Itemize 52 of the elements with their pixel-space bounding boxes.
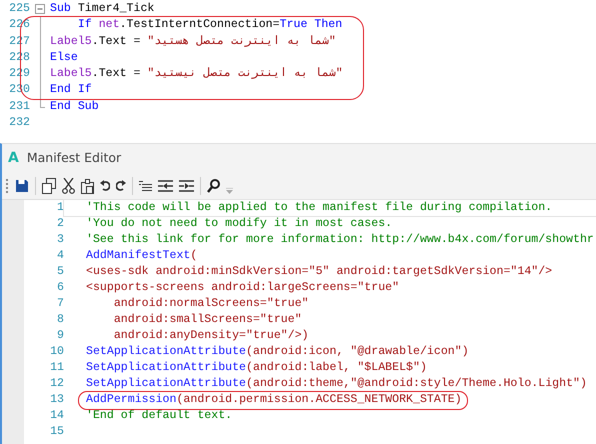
line-number: 11 bbox=[49, 360, 64, 376]
line-number: 9 bbox=[56, 328, 64, 344]
code-line: AddManifestText( bbox=[86, 249, 198, 262]
paste-icon[interactable] bbox=[81, 178, 94, 194]
line-number: 2 bbox=[56, 216, 64, 232]
code-line: <supports-screens android:largeScreens="true" bbox=[86, 281, 400, 294]
code-line: android:normalScreens="true" bbox=[112, 297, 309, 310]
code-line: 'See this link for for more information: http://www.b4x.com/forum/showthr bbox=[86, 233, 594, 246]
grip-handle bbox=[6, 178, 9, 194]
code-line: Else bbox=[50, 50, 78, 66]
cut-icon[interactable] bbox=[62, 178, 75, 194]
line-number: 15 bbox=[49, 424, 64, 440]
redo-icon[interactable] bbox=[116, 180, 126, 192]
line-number: 3 bbox=[56, 232, 64, 248]
line-number: 13 bbox=[49, 392, 64, 408]
code-line: 'This code will be applied to the manifest file during compilation. bbox=[86, 201, 552, 214]
search-icon[interactable] bbox=[207, 179, 220, 193]
code-line: <uses-sdk android:minSdkVersion="5" android:targetSdkVersion="14"/> bbox=[86, 265, 552, 278]
line-number: 8 bbox=[56, 312, 64, 328]
fold-collapse-icon[interactable] bbox=[35, 4, 45, 14]
code-line: If net.TestInterntConnection=True Then bbox=[76, 17, 342, 34]
line-number: 5 bbox=[56, 264, 64, 280]
code-line: End Sub bbox=[50, 98, 99, 115]
code-line: android:smallScreens="true" bbox=[112, 313, 302, 326]
line-number: 7 bbox=[56, 296, 64, 312]
align-lines-icon[interactable] bbox=[139, 180, 152, 192]
line-number: 4 bbox=[56, 248, 64, 264]
outdent-icon[interactable] bbox=[158, 180, 173, 192]
line-number: 1 bbox=[56, 200, 64, 216]
save-icon[interactable] bbox=[15, 179, 29, 193]
code-line: End If bbox=[50, 82, 92, 98]
line-number: 12 bbox=[49, 376, 64, 392]
code-line: SetApplicationAttribute(android:label, "$LABEL$") bbox=[86, 361, 427, 374]
line-number: 10 bbox=[49, 344, 64, 360]
code-line: 'You do not need to modify it in most cases. bbox=[86, 217, 392, 230]
line-number: 231 bbox=[8, 98, 30, 115]
code-line: 'End of default text. bbox=[86, 409, 232, 422]
line-number: 232 bbox=[8, 115, 30, 132]
line-number: 225 bbox=[8, 1, 30, 17]
indent-icon[interactable] bbox=[179, 180, 194, 192]
line-number: 6 bbox=[56, 280, 64, 296]
undo-icon[interactable] bbox=[100, 180, 110, 192]
line-number: 14 bbox=[49, 408, 64, 424]
copy-icon[interactable] bbox=[42, 178, 56, 194]
code-line: Sub Timer4_Tick bbox=[50, 1, 154, 17]
window-title: Manifest Editor bbox=[26, 149, 122, 168]
app-logo: A bbox=[8, 149, 19, 168]
code-line: android:anyDensity="true"/>) bbox=[112, 329, 309, 342]
code-line: SetApplicationAttribute(android:icon, "@drawable/icon") bbox=[86, 345, 469, 358]
code-line: SetApplicationAttribute(android:theme,"@android:style/Theme.Holo.Light") bbox=[86, 377, 587, 390]
code-line: AddPermission(android.permission.ACCESS_NETWORK_STATE) bbox=[86, 393, 462, 406]
fold-end-mark bbox=[40, 98, 45, 108]
